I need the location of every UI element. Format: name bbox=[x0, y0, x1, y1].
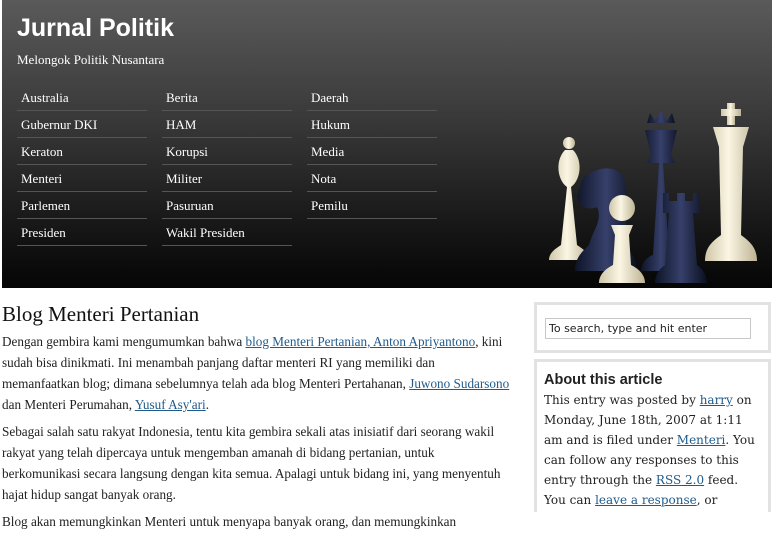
post-title[interactable]: Blog Menteri Pertanian bbox=[2, 297, 512, 331]
nav-item-keraton[interactable]: Keraton bbox=[17, 138, 147, 165]
nav-item-presiden[interactable]: Presiden bbox=[17, 219, 147, 246]
nav-item-gubernur-dki[interactable]: Gubernur DKI bbox=[17, 111, 147, 138]
site-header: Jurnal Politik Melongok Politik Nusantar… bbox=[2, 0, 772, 288]
about-text: This entry was posted by harry on Monday… bbox=[544, 390, 760, 490]
post-content: Blog Menteri Pertanian Dengan gembira ka… bbox=[2, 297, 512, 538]
nav-item-ham[interactable]: HAM bbox=[162, 111, 292, 138]
nav-item-nota[interactable]: Nota bbox=[307, 165, 437, 192]
about-text-part: feed. bbox=[704, 473, 739, 487]
nav-item-hukum[interactable]: Hukum bbox=[307, 111, 437, 138]
about-text-part: This entry was posted by bbox=[544, 393, 700, 407]
link-yusuf-asyari[interactable]: Yusuf Asy'ari bbox=[135, 397, 206, 412]
about-article-widget: About this article This entry was posted… bbox=[534, 359, 771, 512]
nav-item-daerah[interactable]: Daerah bbox=[307, 84, 437, 111]
site-tagline: Melongok Politik Nusantara bbox=[17, 52, 165, 67]
about-title: About this article bbox=[544, 372, 663, 388]
post-paragraph-1: Dengan gembira kami mengumumkan bahwa bl… bbox=[2, 331, 512, 415]
white-king-icon bbox=[705, 103, 757, 261]
chess-pieces-illustration bbox=[549, 103, 757, 283]
link-juwono-sudarsono[interactable]: Juwono Sudarsono bbox=[409, 376, 509, 391]
nav-item-parlemen[interactable]: Parlemen bbox=[17, 192, 147, 219]
site-title[interactable]: Jurnal Politik bbox=[17, 14, 174, 43]
leave-response-link[interactable]: leave a response bbox=[595, 493, 697, 507]
category-link[interactable]: Menteri bbox=[677, 433, 726, 447]
about-response-text: You can leave a response, or trackback bbox=[544, 490, 760, 512]
post-paragraph-2: Sebagai salah satu rakyat Indonesia, ten… bbox=[2, 424, 501, 502]
about-text-part: , or bbox=[696, 493, 718, 507]
author-link[interactable]: harry bbox=[700, 393, 733, 407]
nav-item-korupsi[interactable]: Korupsi bbox=[162, 138, 292, 165]
about-text-part: You can bbox=[544, 493, 596, 507]
post-paragraph-3: Blog akan memungkinkan Menteri untuk men… bbox=[2, 514, 457, 529]
sidebar: About this article This entry was posted… bbox=[534, 302, 771, 512]
nav-item-militer[interactable]: Militer bbox=[162, 165, 292, 192]
link-blog-menteri-pertanian[interactable]: blog Menteri Pertanian, Anton Apriyanton… bbox=[246, 334, 476, 349]
search-widget bbox=[534, 302, 771, 353]
nav-item-pasuruan[interactable]: Pasuruan bbox=[162, 192, 292, 219]
search-input[interactable] bbox=[545, 318, 751, 339]
nav-item-media[interactable]: Media bbox=[307, 138, 437, 165]
post-text: . bbox=[205, 397, 209, 412]
post-text: Dengan gembira kami mengumumkan bahwa bbox=[2, 334, 246, 349]
nav-item-pemilu[interactable]: Pemilu bbox=[307, 192, 437, 219]
nav-item-menteri[interactable]: Menteri bbox=[17, 165, 147, 192]
post-text: dan Menteri Perumahan, bbox=[2, 397, 135, 412]
nav-item-berita[interactable]: Berita bbox=[162, 84, 292, 111]
nav-item-australia[interactable]: Australia bbox=[17, 84, 147, 111]
rss-link[interactable]: RSS 2.0 bbox=[656, 473, 704, 487]
nav-item-wakil-presiden[interactable]: Wakil Presiden bbox=[162, 219, 292, 246]
